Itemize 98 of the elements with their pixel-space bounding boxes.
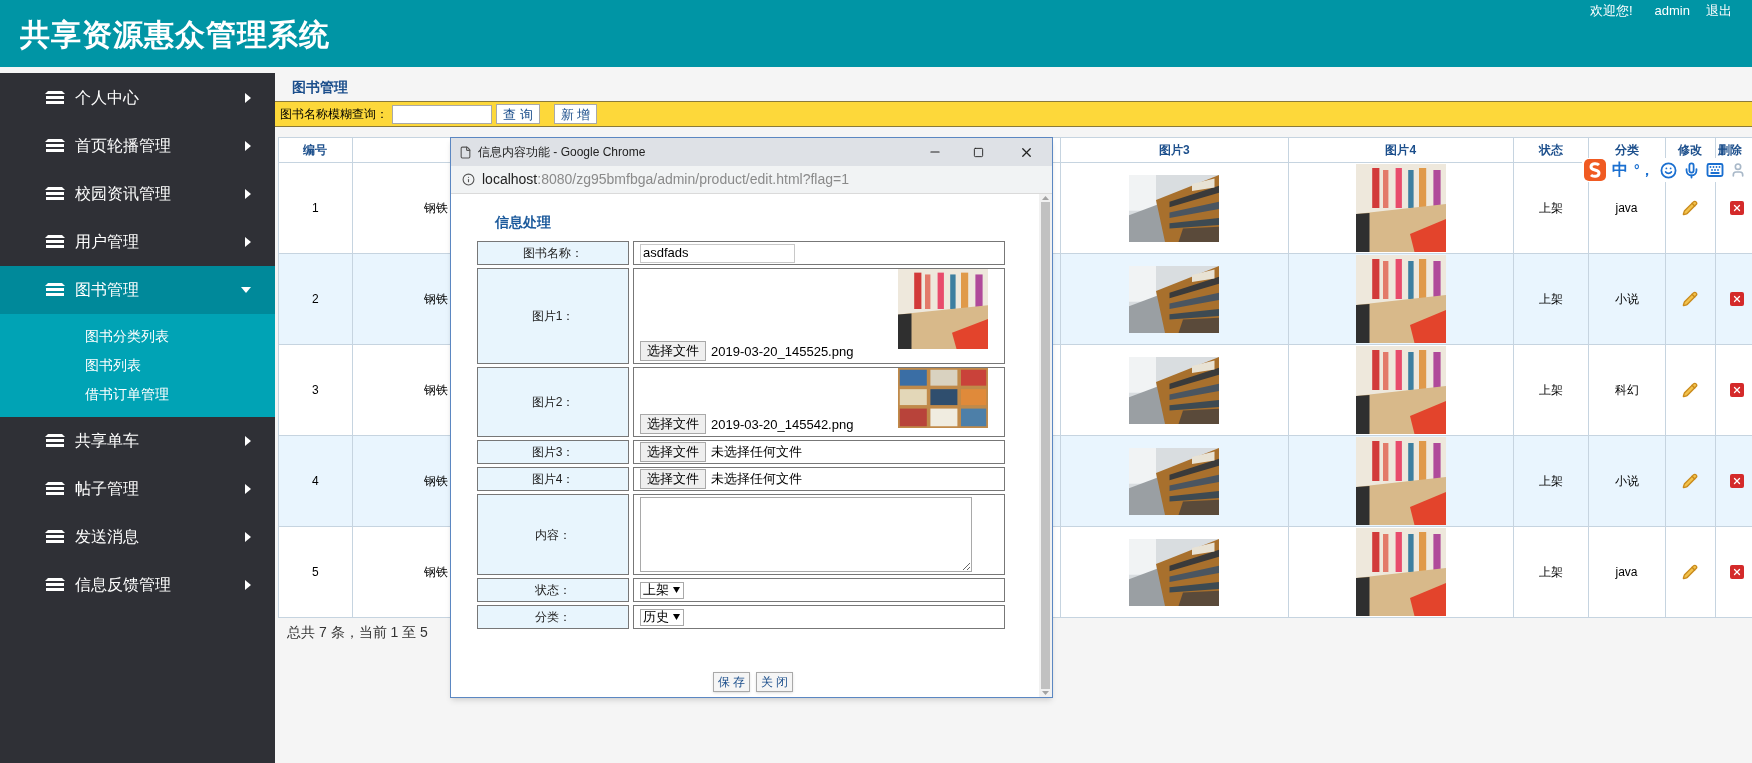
choose-file-button[interactable]: 选择文件 <box>640 414 706 434</box>
dialog-button[interactable]: 保 存 <box>712 672 750 692</box>
layers-icon <box>45 139 65 153</box>
delete-icon[interactable] <box>1730 383 1745 397</box>
field-label: 图片3： <box>477 440 629 464</box>
file-name: 2019-03-20_145525.png <box>711 342 854 361</box>
column-header: 图片3 <box>1060 137 1289 163</box>
choose-file-button[interactable]: 选择文件 <box>640 341 706 361</box>
window-title: 信息内容功能 - Google Chrome <box>478 144 647 161</box>
dropdown-arrow-icon <box>673 587 680 593</box>
dropdown-arrow-icon <box>673 614 680 620</box>
layers-icon <box>45 283 65 297</box>
maximize-icon[interactable] <box>973 146 984 158</box>
field-label: 图书名称： <box>477 241 629 265</box>
page-title: 图书管理 <box>291 77 349 97</box>
field-label: 图片1： <box>477 268 629 364</box>
column-header: 编号 <box>278 137 353 163</box>
scrollbar[interactable] <box>1039 194 1052 697</box>
delete-icon[interactable] <box>1730 474 1745 488</box>
username: admin <box>1654 2 1690 20</box>
delete-icon[interactable] <box>1730 201 1745 215</box>
file-name: 未选择任何文件 <box>711 443 802 462</box>
table-cell: 5 <box>278 526 353 618</box>
caret-right-icon <box>245 532 251 542</box>
caret-right-icon <box>245 237 251 247</box>
scroll-down-icon[interactable] <box>1042 691 1049 695</box>
sidebar-item[interactable]: 个人中心 <box>0 74 275 122</box>
scroll-up-icon[interactable] <box>1042 196 1049 200</box>
field-label: 图片4： <box>477 467 629 491</box>
caret-right-icon <box>245 580 251 590</box>
pencil-icon[interactable] <box>1682 382 1699 398</box>
layers-icon <box>45 235 65 249</box>
keyboard-icon[interactable] <box>1705 161 1724 179</box>
search-bar-button[interactable]: 新 增 <box>553 104 598 124</box>
file-name: 未选择任何文件 <box>711 470 802 489</box>
table-cell: 上架 <box>1513 526 1589 618</box>
table-cell: 3 <box>278 344 353 436</box>
field-label: 图片2： <box>477 367 629 437</box>
choose-file-button[interactable]: 选择文件 <box>640 442 706 462</box>
content-field[interactable] <box>640 497 972 572</box>
delete-icon[interactable] <box>1730 292 1745 306</box>
caret-right-icon <box>245 436 251 446</box>
search-label: 图书名称模糊查询： <box>280 106 388 123</box>
table-cell: 科幻 <box>1588 344 1665 436</box>
caret-right-icon <box>245 189 251 199</box>
sidebar-item[interactable]: 帖子管理 <box>0 465 275 513</box>
pencil-icon[interactable] <box>1682 473 1699 489</box>
sidebar-item[interactable]: 发送消息 <box>0 513 275 561</box>
dialog-button[interactable]: 关 闭 <box>756 672 794 692</box>
info-icon <box>462 173 475 186</box>
field-label: 内容： <box>477 494 629 575</box>
ime-logo-icon[interactable] <box>1584 159 1606 181</box>
delete-icon[interactable] <box>1730 565 1745 579</box>
table-cell: 1 <box>278 162 353 254</box>
choose-file-button[interactable]: 选择文件 <box>640 469 706 489</box>
table-cell: 小说 <box>1588 435 1665 527</box>
scrollbar-thumb[interactable] <box>1041 202 1050 689</box>
dropdown[interactable]: 上架 <box>640 581 684 599</box>
field-label: 状态： <box>477 578 629 602</box>
table-cell: 上架 <box>1513 344 1589 436</box>
layers-icon <box>45 91 65 105</box>
column-header: 图片4 <box>1288 137 1514 163</box>
pencil-icon[interactable] <box>1682 291 1699 307</box>
caret-down-icon <box>241 287 251 293</box>
search-bar-button[interactable]: 查 询 <box>496 104 540 124</box>
table-cell: java <box>1588 526 1665 618</box>
table-cell: 2 <box>278 253 353 345</box>
pagination-summary: 总共 7 条，当前 1 至 5 <box>287 623 429 642</box>
table-cell: 上架 <box>1513 435 1589 527</box>
field-label: 分类： <box>477 605 629 629</box>
layers-icon <box>45 187 65 201</box>
caret-right-icon <box>245 141 251 151</box>
caret-right-icon <box>245 484 251 494</box>
name-field[interactable]: asdfads <box>640 243 795 263</box>
sidebar-item[interactable]: 图书管理 <box>0 266 275 314</box>
dropdown[interactable]: 历史 <box>640 608 684 626</box>
layers-icon <box>45 530 65 544</box>
welcome-text: 欢迎您! <box>1589 2 1633 20</box>
smile-icon[interactable] <box>1659 161 1677 179</box>
sidebar-item[interactable]: 共享单车 <box>0 417 275 465</box>
sidebar-item[interactable]: 信息反馈管理 <box>0 561 275 609</box>
page-icon <box>459 145 472 159</box>
sidebar-item[interactable]: 首页轮播管理 <box>0 122 275 170</box>
layers-icon <box>45 482 65 496</box>
table-cell: 4 <box>278 435 353 527</box>
app-title: 共享资源惠众管理系统 <box>20 17 330 53</box>
sidebar-item[interactable]: 校园资讯管理 <box>0 170 275 218</box>
sidebar-item[interactable]: 用户管理 <box>0 218 275 266</box>
pencil-icon[interactable] <box>1682 564 1699 580</box>
table-cell: 上架 <box>1513 253 1589 345</box>
logout-link[interactable]: 退出 <box>1706 1 1732 21</box>
search-field[interactable] <box>392 104 492 124</box>
layers-icon <box>45 434 65 448</box>
layers-icon <box>45 578 65 592</box>
pencil-icon[interactable] <box>1682 200 1699 216</box>
file-name: 2019-03-20_145542.png <box>711 415 854 434</box>
table-cell: 小说 <box>1588 253 1665 345</box>
caret-right-icon <box>245 93 251 103</box>
